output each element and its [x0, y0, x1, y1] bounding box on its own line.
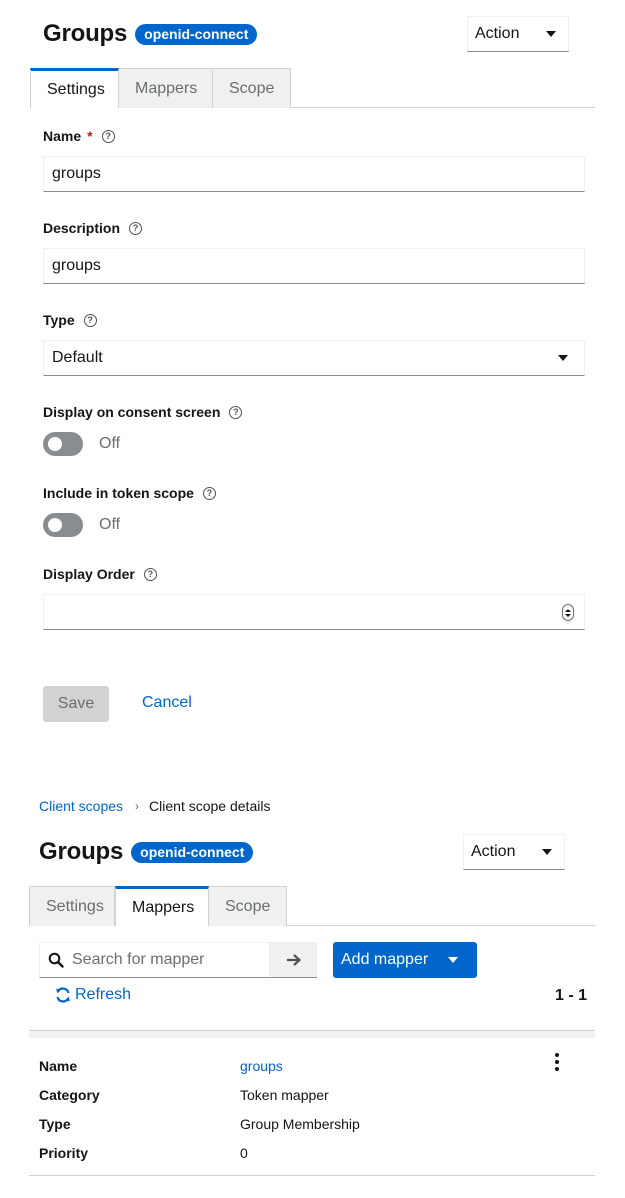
caret-down-icon: [542, 849, 552, 855]
help-icon[interactable]: ?: [101, 129, 115, 143]
tabs: Settings Mappers Scope: [30, 68, 291, 108]
breadcrumb: Client scopes › Client scope details: [39, 798, 270, 814]
description-label: Description ?: [43, 220, 143, 236]
mapper-type-value: Group Membership: [240, 1116, 360, 1132]
toggle-state: Off: [99, 435, 121, 452]
protocol-badge: openid-connect: [135, 23, 258, 45]
refresh-label: Refresh: [75, 986, 132, 1003]
tab-label: Scope: [229, 79, 275, 97]
sync-icon: [56, 987, 70, 1003]
page-title: Groups: [39, 838, 124, 865]
help-icon[interactable]: ?: [143, 567, 157, 581]
name-label: Name * ?: [43, 128, 115, 144]
save-label: Save: [57, 695, 95, 712]
page-title: Groups: [43, 20, 128, 47]
action-dropdown[interactable]: Action: [467, 16, 569, 52]
add-mapper-label: Add mapper: [341, 951, 429, 968]
display-order-label: Display Order ?: [43, 566, 157, 582]
type-value: Default: [52, 349, 103, 366]
tab-scope[interactable]: Scope: [209, 886, 287, 926]
title-row: Groups openid-connect: [39, 838, 254, 866]
label-text: Type: [43, 312, 75, 328]
tab-label: Settings: [46, 897, 104, 915]
breadcrumb-client-scopes[interactable]: Client scopes: [39, 798, 123, 814]
pagination-count: 1 - 1: [555, 987, 588, 1004]
mapper-type-key: Type: [39, 1116, 71, 1132]
help-icon[interactable]: ?: [229, 405, 243, 419]
mapper-name-key: Name: [39, 1058, 78, 1074]
search-placeholder: Search for mapper: [72, 951, 205, 968]
help-icon[interactable]: ?: [129, 221, 143, 235]
tab-divider: [291, 107, 595, 108]
title-row: Groups openid-connect: [43, 20, 258, 48]
kebab-menu-icon[interactable]: [555, 1053, 559, 1071]
consent-label: Display on consent screen ?: [43, 404, 243, 420]
token-scope-toggle[interactable]: [43, 513, 83, 537]
token-scope-label: Include in token scope ?: [43, 485, 216, 501]
tab-mappers[interactable]: Mappers: [119, 68, 213, 108]
token-scope-toggle-row: Off: [43, 513, 120, 537]
cancel-button[interactable]: Cancel: [142, 694, 192, 712]
help-icon[interactable]: ?: [202, 486, 216, 500]
name-field[interactable]: groups: [43, 156, 585, 192]
search-input[interactable]: Search for mapper: [39, 942, 270, 978]
mapper-priority-key: Priority: [39, 1145, 89, 1161]
tab-label: Mappers: [135, 79, 198, 97]
mapper-priority-value: 0: [240, 1145, 248, 1161]
tab-settings[interactable]: Settings: [30, 68, 119, 108]
breadcrumb-current: Client scope details: [149, 798, 271, 814]
protocol-badge: openid-connect: [131, 841, 254, 863]
label-text: Name: [43, 128, 82, 144]
type-select[interactable]: Default: [43, 340, 585, 376]
label-text: Display Order: [43, 566, 135, 582]
tab-label: Mappers: [132, 898, 195, 916]
required-mark: *: [87, 128, 93, 144]
chevron-right-icon: ›: [135, 799, 140, 813]
name-value: groups: [52, 165, 101, 182]
search-submit-button[interactable]: [270, 942, 317, 978]
add-mapper-button[interactable]: Add mapper: [333, 942, 477, 978]
save-button[interactable]: Save: [43, 686, 109, 722]
description-field[interactable]: groups: [43, 248, 585, 284]
number-stepper-icon[interactable]: [562, 604, 574, 621]
action-label: Action: [471, 843, 516, 860]
refresh-button[interactable]: Refresh: [55, 986, 131, 1004]
help-icon[interactable]: ?: [83, 313, 97, 327]
action-label: Action: [475, 25, 520, 42]
type-label: Type ?: [43, 312, 97, 328]
label-text: Include in token scope: [43, 485, 194, 501]
tab-label: Settings: [47, 80, 105, 98]
caret-down-icon: [448, 957, 459, 963]
description-value: groups: [52, 257, 101, 274]
consent-toggle-row: Off: [43, 432, 120, 456]
cancel-label: Cancel: [142, 694, 192, 711]
label-text: Display on consent screen: [43, 404, 221, 420]
toggle-state: Off: [99, 516, 121, 533]
tab-divider: [287, 925, 595, 926]
label-text: Description: [43, 220, 121, 236]
action-dropdown[interactable]: Action: [463, 834, 565, 870]
row-divider: [29, 1175, 595, 1176]
display-order-field[interactable]: [43, 594, 585, 630]
arrow-right-icon: [286, 953, 301, 966]
mapper-name-link[interactable]: groups: [240, 1058, 283, 1074]
mapper-category-key: Category: [39, 1087, 100, 1103]
tab-mappers[interactable]: Mappers: [115, 886, 209, 926]
tab-scope[interactable]: Scope: [213, 68, 291, 108]
consent-toggle[interactable]: [43, 432, 83, 456]
tab-settings[interactable]: Settings: [29, 886, 115, 926]
mapper-category-value: Token mapper: [240, 1087, 329, 1103]
tabs: Settings Mappers Scope: [29, 886, 287, 926]
tab-label: Scope: [225, 897, 271, 915]
table-header-bar: [29, 1030, 595, 1038]
caret-down-icon: [558, 355, 568, 361]
search-icon: [48, 952, 64, 968]
caret-down-icon: [546, 31, 556, 37]
